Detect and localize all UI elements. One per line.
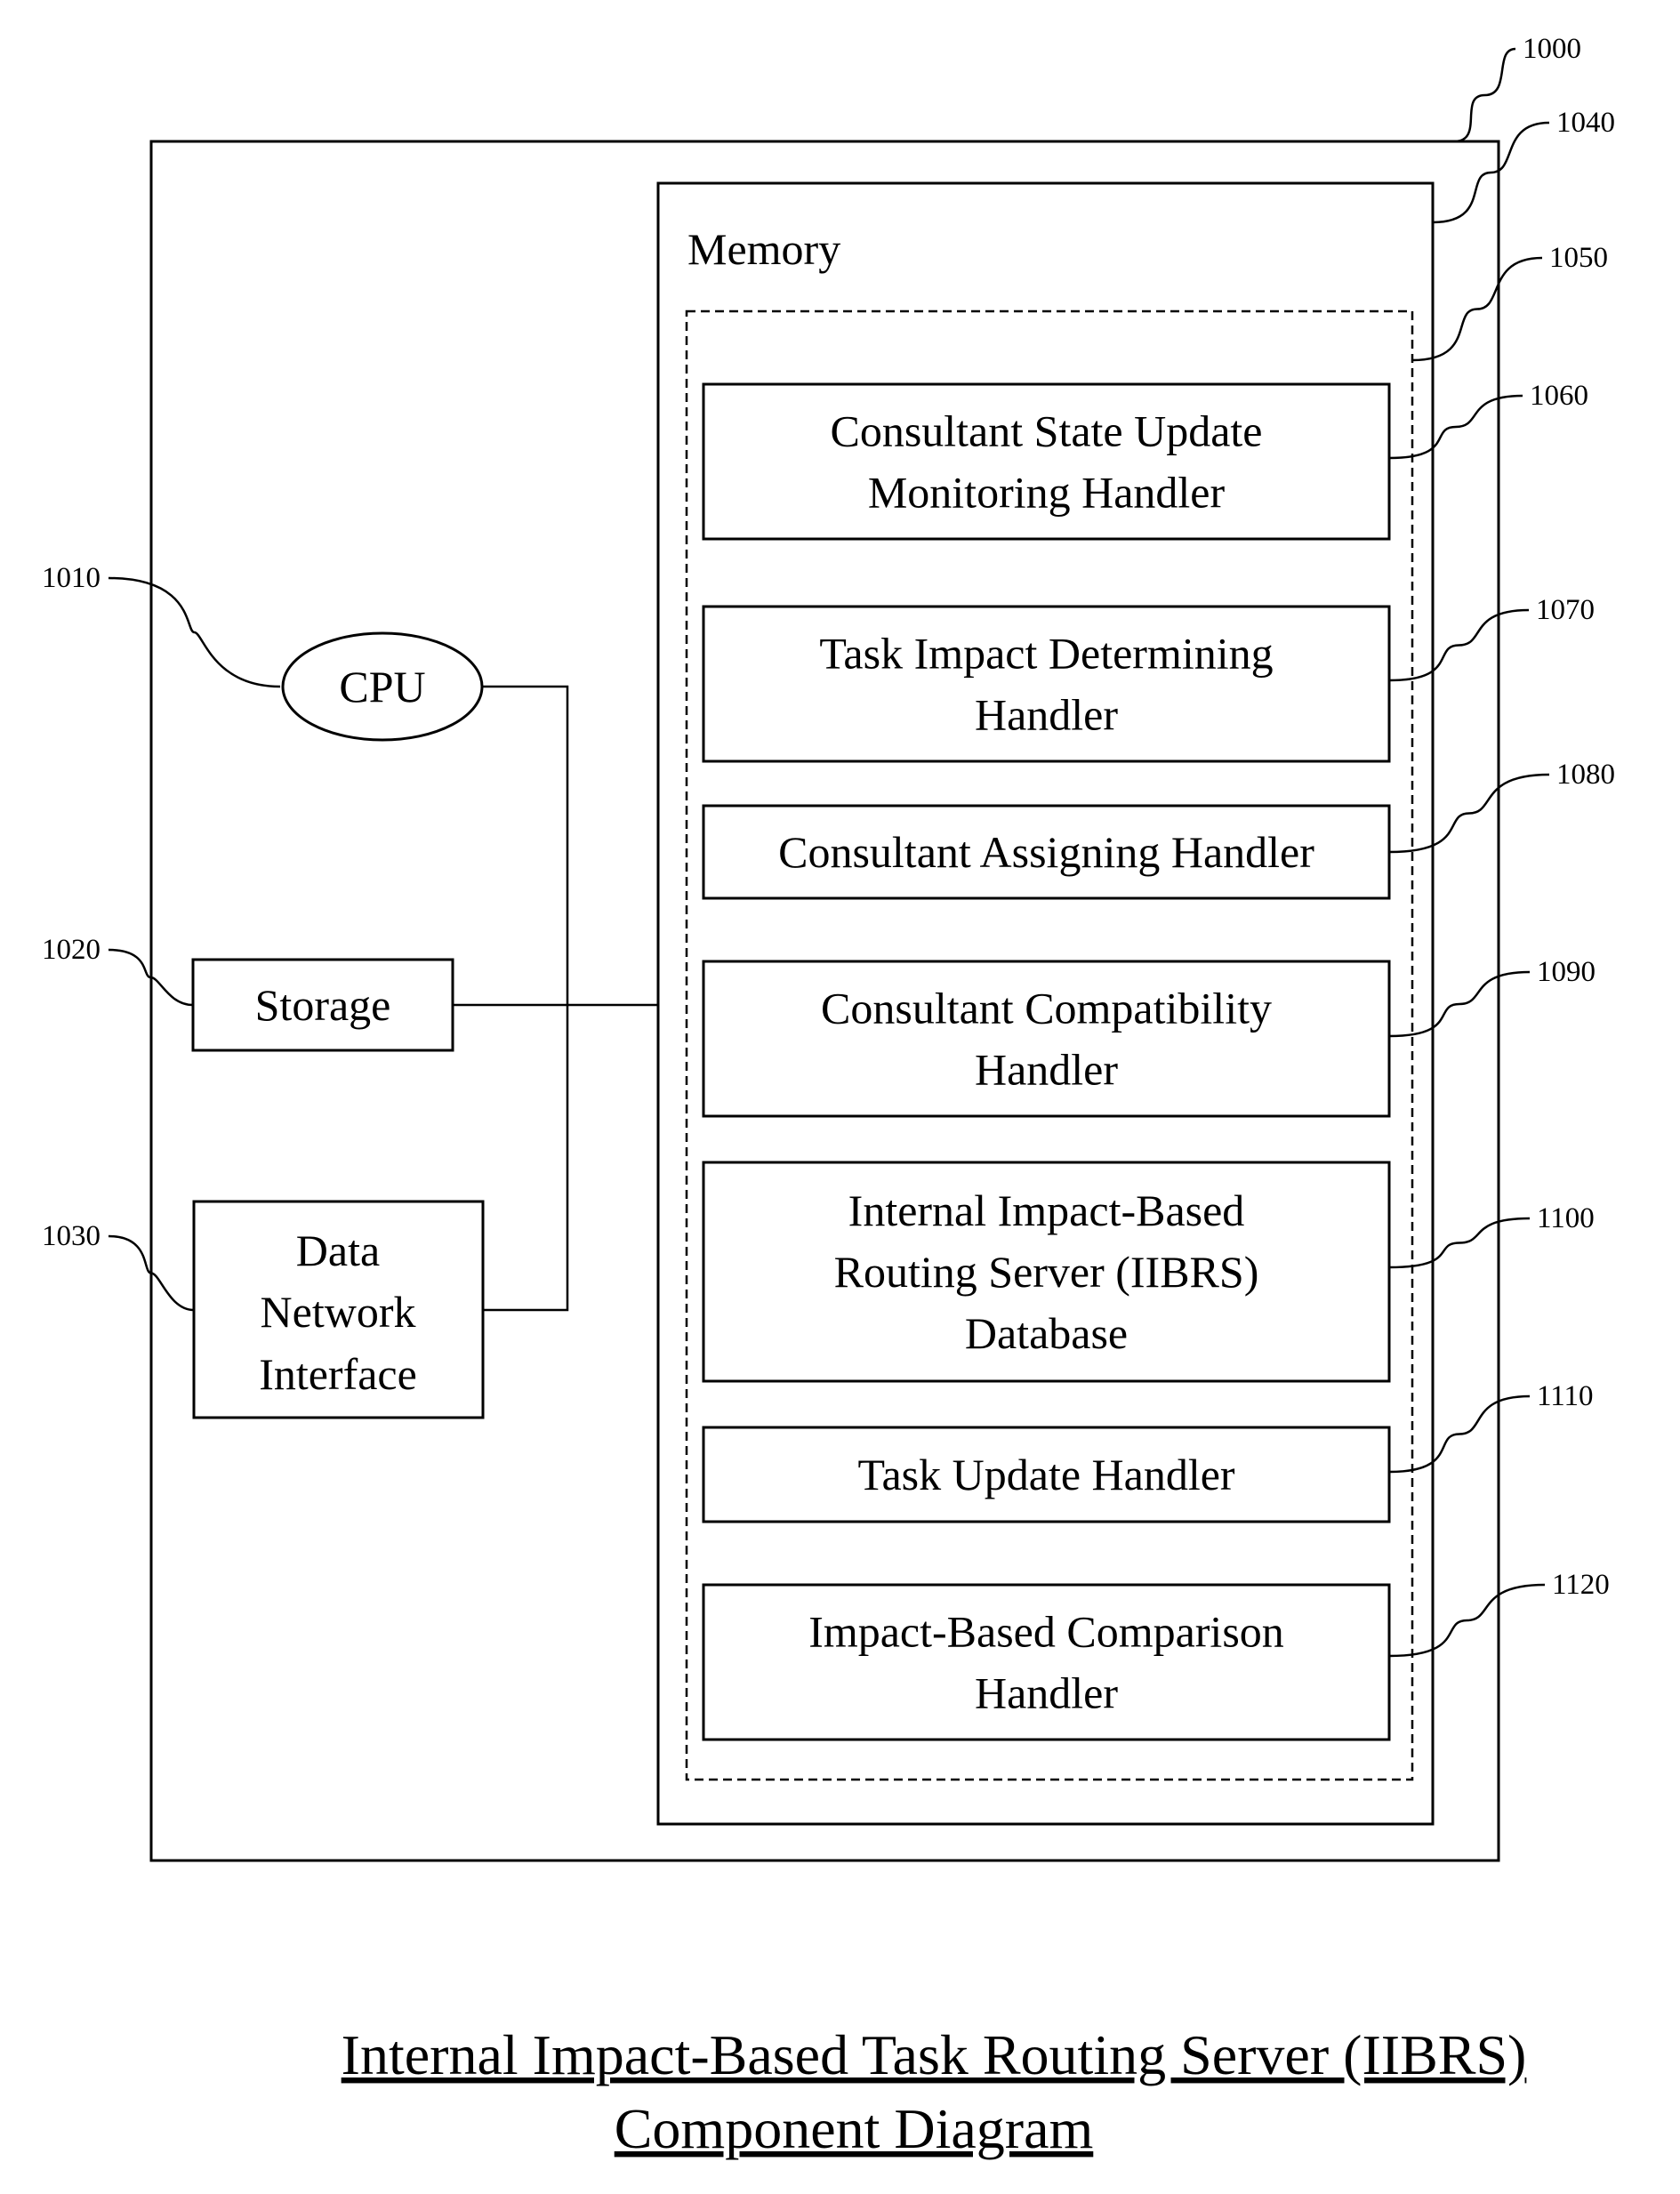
handler-label: Consultant Assigning Handler bbox=[778, 827, 1314, 877]
caption-line-1: Internal Impact-Based Task Routing Serve… bbox=[342, 2023, 1527, 2086]
handler-4: Consultant Compatibility Handler bbox=[702, 960, 1391, 1118]
ref-number-server: 1000 bbox=[1523, 33, 1581, 65]
handler-2: Task Impact Determining Handler bbox=[702, 605, 1391, 763]
network-label-2: Network bbox=[261, 1287, 416, 1337]
handler-label: Routing Server (IIBRS) bbox=[834, 1247, 1259, 1297]
handler-1: Consultant State Update Monitoring Handle… bbox=[702, 382, 1391, 541]
handler-6: Task Update Handler bbox=[702, 1426, 1391, 1523]
handler-label: Handler bbox=[975, 690, 1118, 740]
ref-number-h7: 1120 bbox=[1552, 1569, 1610, 1601]
handler-label: Monitoring Handler bbox=[868, 468, 1226, 518]
storage-label: Storage bbox=[255, 980, 391, 1030]
handler-label: Handler bbox=[975, 1045, 1118, 1095]
ref-number-network: 1030 bbox=[42, 1220, 100, 1252]
ref-number-memory: 1040 bbox=[1556, 107, 1615, 139]
handler-5: Internal Impact-Based Routing Server (IIB… bbox=[702, 1161, 1391, 1383]
handler-label: Database bbox=[965, 1308, 1128, 1358]
handler-7: Impact-Based Comparison Handler bbox=[702, 1583, 1391, 1741]
caption-line-2: Component Diagram bbox=[615, 2097, 1094, 2160]
handler-label: Impact-Based Comparison bbox=[808, 1607, 1284, 1657]
network-label-3: Interface bbox=[259, 1349, 417, 1399]
ref-number-h1: 1060 bbox=[1530, 380, 1588, 412]
ref-number-h3: 1080 bbox=[1556, 759, 1615, 791]
network-label-1: Data bbox=[296, 1226, 380, 1275]
memory-label: Memory bbox=[687, 224, 840, 274]
ref-number-h6: 1110 bbox=[1537, 1380, 1594, 1412]
ref-number-h5: 1100 bbox=[1537, 1202, 1595, 1234]
ref-number-memory_block: 1050 bbox=[1549, 242, 1608, 274]
ref-number-h2: 1070 bbox=[1536, 594, 1595, 626]
handler-label: Handler bbox=[975, 1668, 1118, 1718]
cpu-label: CPU bbox=[339, 662, 425, 711]
handler-label: Task Impact Determining bbox=[819, 629, 1273, 679]
component-diagram: Memory CPU Storage Data Network Interfac… bbox=[42, 33, 1615, 2160]
handler-label: Task Update Handler bbox=[857, 1450, 1234, 1499]
ref-number-cpu: 1010 bbox=[42, 562, 100, 594]
ref-number-h4: 1090 bbox=[1537, 956, 1596, 988]
handler-label: Internal Impact-Based bbox=[848, 1185, 1245, 1235]
handler-3: Consultant Assigning Handler bbox=[702, 804, 1391, 900]
ref-number-storage: 1020 bbox=[42, 934, 100, 966]
handler-label: Consultant State Update bbox=[830, 406, 1262, 456]
handler-label: Consultant Compatibility bbox=[821, 984, 1272, 1033]
leader-line-server bbox=[1453, 47, 1516, 143]
